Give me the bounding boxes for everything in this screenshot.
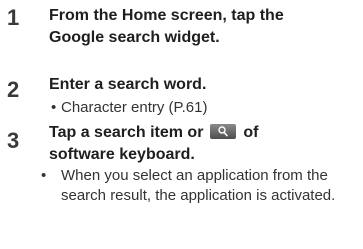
step-title-text: Tap a search item or (49, 124, 204, 141)
instruction-steps: 1 From the Home screen, tap the Google s… (0, 0, 363, 249)
step-title-text: of (243, 124, 259, 141)
bullet-glyph: • (51, 99, 57, 116)
step-note-text: When you select an application from the … (61, 167, 336, 204)
step-title-line: Google search widget. (49, 29, 220, 46)
step-number: 2 (7, 77, 20, 102)
search-key-icon (209, 124, 236, 139)
step-number: 1 (7, 5, 20, 30)
step-note: • When you select an application from the… (41, 166, 363, 206)
step-note-text: Character entry (P.61) (61, 99, 208, 116)
bullet-glyph: • (41, 167, 47, 184)
step-title: From the Home screen, tap the Google sea… (49, 5, 361, 49)
step-title-line: From the Home screen, tap the (49, 7, 284, 24)
step-title-line: Tap a search item or of (49, 122, 361, 144)
step-note: • Character entry (P.61) (51, 98, 363, 118)
step-title-line: software keyboard. (49, 146, 195, 163)
step-title: Tap a search item or of software keyboar… (49, 122, 361, 166)
step-title: Enter a search word. (49, 76, 207, 93)
step-note-block: • When you select an application from the… (41, 166, 363, 206)
step-number: 3 (7, 128, 20, 153)
